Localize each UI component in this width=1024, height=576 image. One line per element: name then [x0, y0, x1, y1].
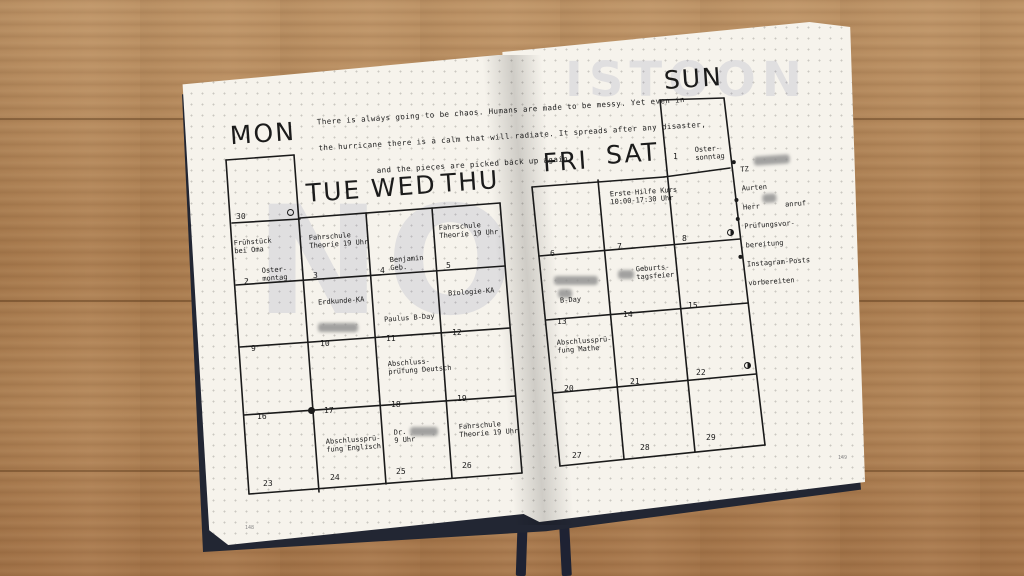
day-number: 24	[330, 473, 340, 482]
redacted-text	[618, 270, 634, 279]
calendar-grid	[225, 97, 766, 495]
grid-line	[531, 186, 561, 467]
header-tue: TUE	[304, 175, 363, 208]
header-mon: MON	[229, 116, 297, 151]
header-sat: SAT	[604, 137, 660, 170]
redacted-text	[753, 154, 791, 166]
todo-list: TZ Aurten Herr anruf Prüfungsvor- bereit…	[731, 151, 830, 290]
grid-line	[552, 373, 757, 394]
redacted-text	[318, 323, 358, 332]
grid-line	[663, 167, 731, 178]
day-number: 25	[396, 467, 406, 476]
grid-line	[431, 207, 453, 479]
bullet-dot-icon	[735, 216, 740, 222]
day-number: 2	[244, 277, 249, 286]
day-number: 1	[673, 152, 678, 161]
day-number: 14	[623, 310, 633, 319]
bullet-dot-icon	[731, 160, 736, 165]
day-number: 30	[236, 212, 246, 221]
day-number: 17	[324, 406, 334, 415]
header-wed: WED	[370, 169, 438, 204]
event-note: Benjamin Geb.	[389, 253, 424, 273]
day-number: 4	[380, 266, 385, 275]
todo-item: Prüfungsvor- bereitung	[735, 208, 827, 252]
todo-item-label: Instagram-Posts vorbereiten	[746, 256, 811, 288]
day-number: 18	[391, 400, 401, 409]
todo-item-label: TZ	[740, 165, 750, 174]
day-number: 21	[630, 377, 640, 386]
page-number-left: 148	[245, 525, 255, 531]
bullet-dot-icon	[734, 197, 739, 203]
day-number: 5	[446, 261, 451, 270]
grid-line	[225, 154, 295, 161]
todo-item: Instagram-Posts vorbereiten	[738, 246, 830, 290]
event-note: Geburts- tagsfeier	[635, 262, 675, 282]
redacted-text	[410, 427, 438, 436]
grid-line	[559, 444, 766, 467]
header-fri: FRI	[541, 145, 590, 178]
todo-item-label: Prüfungsvor- bereitung	[744, 219, 796, 250]
day-number: 9	[251, 344, 256, 353]
day-number: 15	[688, 301, 698, 310]
day-number: 12	[452, 328, 462, 337]
event-note: Oster- sonntag	[694, 144, 726, 163]
day-number: 13	[557, 317, 567, 326]
day-number: 23	[263, 479, 273, 488]
page-number-right: 149	[838, 455, 848, 461]
day-number: 26	[462, 461, 472, 470]
day-number: 6	[550, 249, 555, 258]
day-number: 27	[572, 451, 582, 460]
day-number: 28	[640, 443, 650, 452]
full-moon-icon	[308, 407, 315, 414]
header-thu: THU	[439, 165, 501, 199]
grid-line	[545, 302, 749, 321]
todo-item-label: Aurten	[741, 182, 768, 193]
grid-line	[538, 238, 741, 257]
day-number: 16	[257, 412, 267, 421]
day-number: 22	[696, 368, 706, 377]
redacted-text	[554, 276, 598, 285]
day-number: 20	[564, 384, 574, 393]
grid-line	[225, 159, 250, 495]
day-number: 19	[457, 394, 467, 403]
header-sun: SUN	[662, 61, 724, 96]
day-number: 10	[320, 339, 330, 348]
grid-line	[597, 179, 625, 460]
half-moon-icon	[727, 229, 734, 236]
day-number: 8	[682, 234, 687, 243]
event-note: Oster- montag	[261, 265, 288, 283]
quote-line: There is always going to be chaos. Human…	[316, 95, 686, 127]
event-note: B-Day	[559, 295, 582, 305]
event-note: Frühstück bei Oma	[233, 236, 272, 256]
day-number: 3	[313, 271, 318, 280]
bullet-dot-icon	[738, 254, 743, 260]
redacted-text	[762, 193, 777, 204]
day-number: 29	[706, 433, 716, 442]
day-number: 7	[617, 242, 622, 251]
new-moon-icon	[287, 209, 294, 216]
half-moon-icon	[744, 362, 751, 369]
day-number: 11	[386, 334, 396, 343]
